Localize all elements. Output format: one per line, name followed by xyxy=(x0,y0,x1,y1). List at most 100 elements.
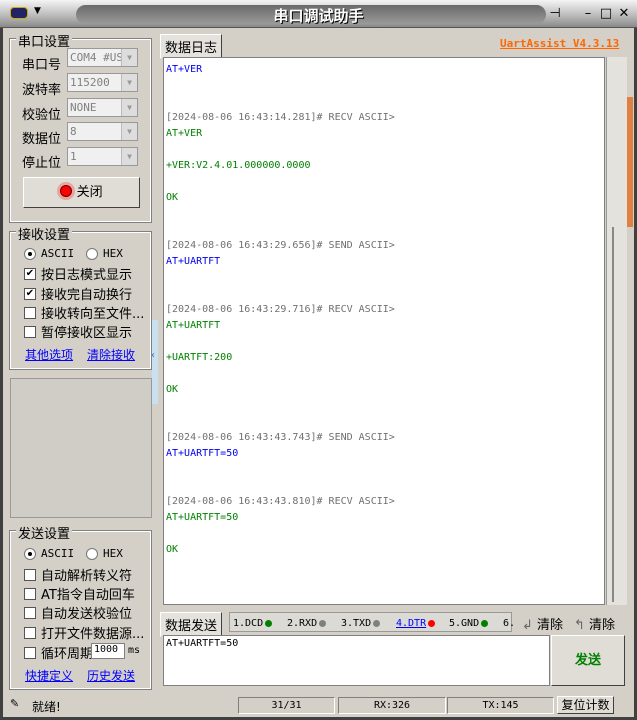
collapse-arrow-icon[interactable]: ‹ xyxy=(151,350,155,361)
signal-4[interactable]: 4.DTR xyxy=(396,618,436,629)
send-option-file-source[interactable]: 打开文件数据源... xyxy=(24,623,144,642)
send-hex-radio[interactable]: HEX xyxy=(86,547,123,560)
baud-label: 波特率 xyxy=(22,83,62,98)
send-settings-title: 发送设置 xyxy=(16,523,73,542)
option-label: 循环周期 xyxy=(41,647,94,662)
shortcut-define-link[interactable]: 快捷定义 xyxy=(25,667,73,684)
receive-ascii-radio[interactable]: ASCII xyxy=(24,247,74,260)
close-button[interactable]: ✕ xyxy=(616,6,632,22)
minimize-button[interactable]: – xyxy=(580,6,596,22)
splitter-handle[interactable]: ‹ xyxy=(151,320,158,404)
history-send-link[interactable]: 历史发送 xyxy=(87,667,135,684)
chevron-down-icon[interactable]: ▼ xyxy=(121,49,137,66)
receive-option-auto-newline[interactable]: ✔ 接收完自动换行 xyxy=(24,284,132,303)
reset-count-button[interactable]: 复位计数 xyxy=(557,696,614,714)
stopbits-select[interactable]: 1 ▼ xyxy=(67,147,138,166)
scrollbar-thumb[interactable] xyxy=(612,227,614,602)
option-label: 接收完自动换行 xyxy=(41,288,133,303)
clear-send-button[interactable]: ↲ 清除 xyxy=(522,614,563,633)
log-line: OK xyxy=(166,192,179,203)
checkbox-checked-icon: ✔ xyxy=(24,267,36,280)
receive-log[interactable]: AT+VER [2024-08-06 16:43:14.281]# RECV AS… xyxy=(163,57,605,605)
receive-option-to-file[interactable]: 接收转向至文件... xyxy=(24,303,144,322)
close-port-button[interactable]: 关闭 xyxy=(23,177,140,208)
log-line: OK xyxy=(166,384,179,395)
option-label: AT指令自动回车 xyxy=(41,588,135,603)
clear-label: 清除 xyxy=(537,618,564,633)
baud-select[interactable]: 115200 ▼ xyxy=(67,73,138,92)
receive-hex-radio[interactable]: HEX xyxy=(86,247,123,260)
signal-led-icon xyxy=(265,620,273,627)
log-line: AT+UARTFT=50 xyxy=(166,448,239,459)
send-option-escape[interactable]: 自动解析转义符 xyxy=(24,565,132,584)
more-options-link[interactable]: 其他选项 xyxy=(25,346,73,363)
send-input[interactable]: AT+UARTFT=50 xyxy=(163,635,550,686)
port-select[interactable]: COM4 #USB ▼ xyxy=(67,48,138,67)
signal-led-icon xyxy=(428,620,436,627)
radio-icon xyxy=(24,547,36,560)
receive-option-pause[interactable]: 暂停接收区显示 xyxy=(24,322,132,341)
log-line: [2024-08-06 16:43:29.716]# RECV ASCII> xyxy=(166,304,395,315)
log-line: +VER:V2.4.01.000000.0000 xyxy=(166,160,311,171)
stopbits-label: 停止位 xyxy=(22,156,62,171)
tab-data-send[interactable]: 数据发送 xyxy=(160,612,223,637)
tab-data-log[interactable]: 数据日志 xyxy=(160,34,223,59)
stopbits-value: 1 xyxy=(70,150,77,163)
log-line: +UARTFT:200 xyxy=(166,352,233,363)
log-line: AT+UARTFT xyxy=(166,320,221,331)
checkbox-checked-icon: ✔ xyxy=(24,287,36,300)
send-option-at-cr[interactable]: AT指令自动回车 xyxy=(24,584,135,603)
send-ascii-radio[interactable]: ASCII xyxy=(24,547,74,560)
radio-label: ASCII xyxy=(41,547,75,560)
signal-label: 2.RXD xyxy=(287,618,318,629)
frame-count: 31/31 xyxy=(238,697,335,714)
log-scrollbar[interactable] xyxy=(606,57,633,605)
signal-5: 5.GND xyxy=(449,618,489,629)
signal-3: 3.TXD xyxy=(341,618,381,629)
log-line: [2024-08-06 16:43:43.810]# RECV ASCII> xyxy=(166,496,395,507)
arrow-down-left-icon: ↲ xyxy=(522,618,533,633)
maximize-button[interactable]: □ xyxy=(598,6,614,22)
chevron-down-icon[interactable]: ▼ xyxy=(121,123,137,140)
cycle-period-input[interactable]: 1000 xyxy=(91,643,125,659)
clear-receive-button[interactable]: ↰ 清除 xyxy=(574,614,615,633)
version-link[interactable]: UartAssist V4.3.13 xyxy=(500,37,619,50)
window-title: 串口调试助手 xyxy=(273,7,364,25)
scroll-position-marker xyxy=(627,97,633,227)
signal-label: 3.TXD xyxy=(341,618,372,629)
parity-value: NONE xyxy=(70,101,97,114)
radio-label: HEX xyxy=(103,547,123,560)
chevron-down-icon[interactable]: ▼ xyxy=(121,148,137,165)
send-button[interactable]: 发送 xyxy=(551,635,625,686)
log-line: AT+UARTFT xyxy=(166,256,221,267)
log-line: OK xyxy=(166,544,179,555)
pin-icon[interactable]: ⊣ xyxy=(547,6,563,22)
receive-option-log-mode[interactable]: ✔ 按日志模式显示 xyxy=(24,264,132,283)
chevron-down-icon[interactable]: ▼ xyxy=(121,74,137,91)
send-option-cycle[interactable]: 循环周期 xyxy=(24,643,93,662)
signal-2: 2.RXD xyxy=(287,618,327,629)
checkbox-icon xyxy=(24,606,36,619)
send-option-checksum[interactable]: 自动发送校验位 xyxy=(24,603,132,622)
clear-receive-link[interactable]: 清除接收 xyxy=(87,346,135,363)
receive-settings-title: 接收设置 xyxy=(16,224,73,243)
parity-select[interactable]: NONE ▼ xyxy=(67,98,138,117)
checkbox-icon xyxy=(24,626,36,639)
chevron-down-icon[interactable]: ▼ xyxy=(121,99,137,116)
log-line: [2024-08-06 16:43:14.281]# RECV ASCII> xyxy=(166,112,395,123)
databits-select[interactable]: 8 ▼ xyxy=(67,122,138,141)
signal-6: 6. xyxy=(503,618,515,629)
databits-value: 8 xyxy=(70,125,77,138)
title-bar: ▼ 串口调试助手 ⊣ – □ ✕ xyxy=(0,0,637,28)
parity-label: 校验位 xyxy=(22,108,62,123)
option-label: 自动发送校验位 xyxy=(41,607,133,622)
